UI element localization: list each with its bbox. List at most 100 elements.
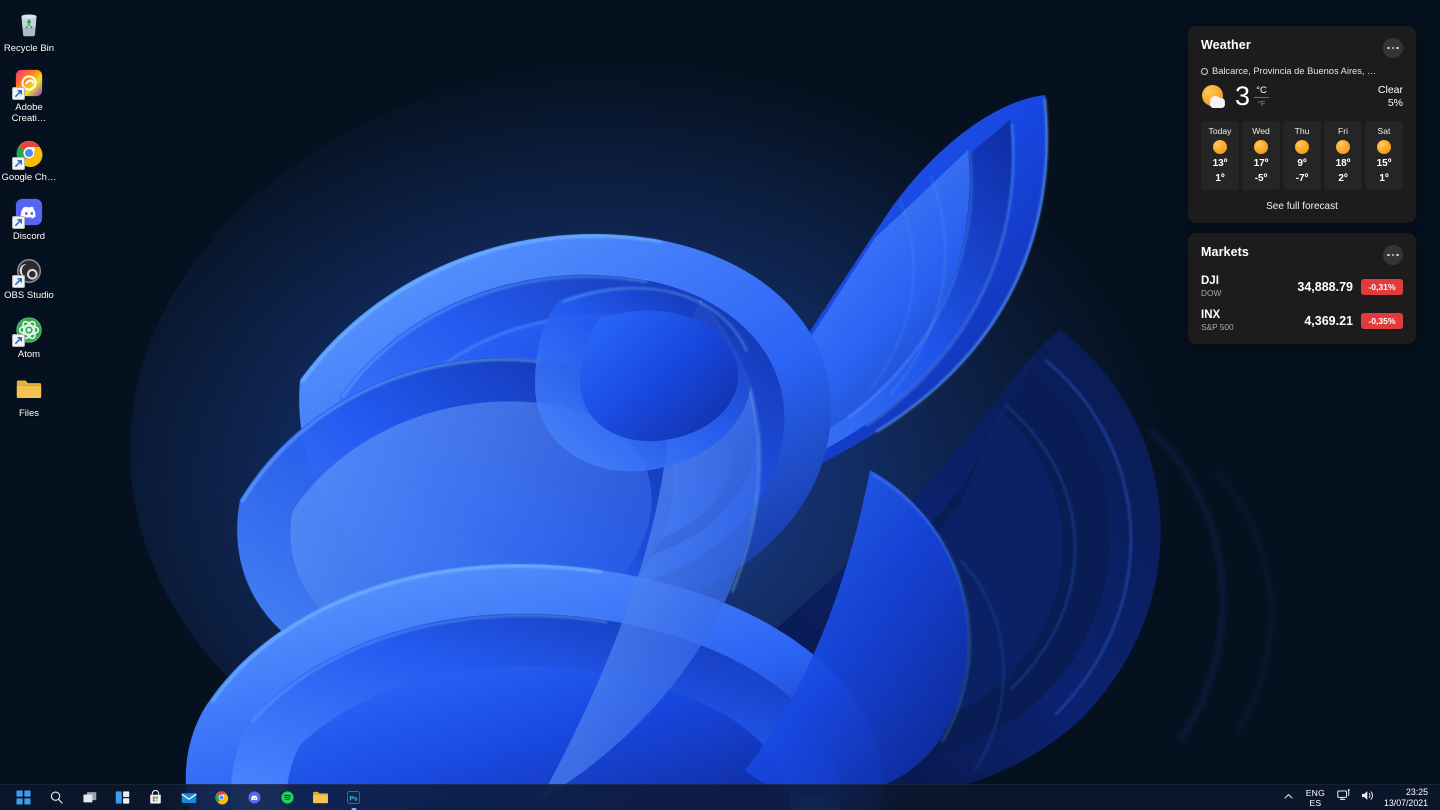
- forecast-day[interactable]: Wed 17º -5º: [1242, 121, 1280, 190]
- weather-location-row: Balcarce, Provincia de Buenos Aires, …: [1201, 66, 1403, 76]
- taskbar-spotify-button[interactable]: [271, 785, 304, 810]
- folder-icon: [13, 373, 45, 405]
- weather-widget[interactable]: Weather Balcarce, Provincia de Buenos Ai…: [1188, 26, 1416, 223]
- desktop-icon-grid: Recycle Bin Adobe Creati… Google Ch… Dis…: [0, 4, 60, 428]
- weather-condition: Clear: [1377, 83, 1403, 96]
- recycle-bin-icon: [13, 8, 45, 40]
- atom-icon: [12, 314, 45, 347]
- markets-widget[interactable]: Markets DJI DOW 34,888.79 -0,31% INX S&P…: [1188, 233, 1416, 344]
- market-name: S&P 500: [1201, 322, 1234, 332]
- desktop-icon-label: Atom: [17, 349, 41, 360]
- shortcut-overlay-icon: [12, 157, 25, 170]
- taskbar-photoshop-button[interactable]: Ps: [337, 785, 370, 810]
- forecast-high: 15º: [1376, 158, 1392, 169]
- sun-icon: [1213, 140, 1227, 154]
- desktop-icon-adobe-creative-cloud[interactable]: Adobe Creati…: [0, 63, 58, 124]
- forecast-low: -5º: [1254, 173, 1268, 184]
- market-row[interactable]: INX S&P 500 4,369.21 -0,35%: [1201, 309, 1403, 333]
- taskbar-microsoft-store-button[interactable]: [139, 785, 172, 810]
- mail-icon: [180, 791, 197, 805]
- weather-unit-toggle[interactable]: °C °F: [1254, 85, 1270, 108]
- sun-icon: [1295, 140, 1309, 154]
- taskbar-search-button[interactable]: [40, 785, 73, 810]
- location-pin-icon: [1201, 67, 1208, 75]
- forecast-low: -7º: [1295, 173, 1309, 184]
- sun-icon: [1254, 140, 1268, 154]
- language-secondary: ES: [1309, 797, 1322, 808]
- spotify-icon: [280, 790, 295, 805]
- taskbar-task-view-button[interactable]: [73, 785, 106, 810]
- market-value: 34,888.79: [1297, 280, 1353, 294]
- weather-current-row: 3 °C °F Clear 5%: [1201, 83, 1403, 110]
- taskbar-discord-button[interactable]: [238, 785, 271, 810]
- markets-widget-title: Markets: [1201, 245, 1249, 259]
- discord-icon: [12, 196, 45, 229]
- market-change-badge: -0,31%: [1361, 279, 1403, 295]
- obs-studio-icon: [12, 255, 45, 288]
- language-primary: ENG: [1305, 787, 1325, 798]
- show-hidden-icons-chevron: [1283, 789, 1294, 807]
- clock-and-date[interactable]: 23:25 13/07/2021: [1380, 785, 1434, 810]
- google-chrome-icon: [214, 790, 229, 805]
- sun-behind-cloud-icon: [1201, 84, 1231, 110]
- desktop-icon-label: Adobe Creati…: [11, 102, 47, 124]
- desktop-icon-google-chrome[interactable]: Google Ch…: [0, 133, 58, 183]
- folder-icon: [312, 790, 329, 805]
- show-hidden-icons-button[interactable]: [1278, 785, 1299, 810]
- desktop-icon-atom[interactable]: Atom: [0, 310, 58, 360]
- market-change-badge: -0,35%: [1361, 313, 1403, 329]
- forecast-day-name: Today: [1208, 126, 1232, 136]
- market-symbol: INX: [1201, 309, 1221, 321]
- forecast-day-name: Wed: [1252, 126, 1270, 136]
- shortcut-overlay-icon: [12, 216, 25, 229]
- market-symbol: DJI: [1201, 275, 1219, 287]
- market-row[interactable]: DJI DOW 34,888.79 -0,31%: [1201, 275, 1403, 299]
- forecast-day[interactable]: Fri 18º 2º: [1324, 121, 1362, 190]
- forecast-high: 13º: [1212, 158, 1228, 169]
- adobe-creative-cloud-icon: [12, 67, 45, 100]
- forecast-low: 1º: [1215, 173, 1225, 184]
- forecast-day[interactable]: Thu 9º -7º: [1283, 121, 1321, 190]
- taskbar-start-button[interactable]: [7, 785, 40, 810]
- desktop-icon-recycle-bin[interactable]: Recycle Bin: [0, 4, 58, 54]
- shortcut-overlay-icon: [12, 87, 25, 100]
- clock-time: 23:25: [1405, 787, 1428, 797]
- sun-icon: [1377, 140, 1391, 154]
- taskbar-file-explorer-button[interactable]: [304, 785, 337, 810]
- search-icon: [49, 790, 64, 805]
- widgets-panel: Weather Balcarce, Provincia de Buenos Ai…: [1188, 26, 1416, 344]
- shortcut-overlay-icon: [12, 334, 25, 347]
- forecast-day-name: Fri: [1337, 126, 1349, 136]
- forecast-day[interactable]: Today 13º 1º: [1201, 121, 1239, 190]
- forecast-day[interactable]: Sat 15º 1º: [1365, 121, 1403, 190]
- network-button[interactable]: [1332, 785, 1356, 810]
- forecast-day-name: Sat: [1377, 126, 1391, 136]
- more-options-icon[interactable]: [1383, 38, 1403, 58]
- photoshop-icon: Ps: [346, 790, 361, 805]
- desktop-icon-files[interactable]: Files: [0, 369, 58, 419]
- widgets-icon: [115, 790, 130, 805]
- forecast-high: 9º: [1297, 158, 1307, 169]
- taskbar-google-chrome-button[interactable]: [205, 785, 238, 810]
- language-indicator[interactable]: ENG ES: [1299, 785, 1332, 810]
- taskbar-items: Ps: [0, 785, 370, 810]
- weather-unit-fahrenheit[interactable]: °F: [1258, 99, 1266, 108]
- see-full-forecast-link[interactable]: See full forecast: [1201, 201, 1403, 212]
- forecast-high: 17º: [1253, 158, 1269, 169]
- forecast-day-name: Thu: [1294, 126, 1310, 136]
- taskbar-mail-button[interactable]: [172, 785, 205, 810]
- desktop-icon-discord[interactable]: Discord: [0, 192, 58, 242]
- weather-unit-celsius[interactable]: °C: [1256, 85, 1267, 96]
- volume-button[interactable]: [1356, 785, 1380, 810]
- system-tray: ENG ES 23:25 13/07/2021: [1278, 785, 1440, 810]
- sun-icon: [1336, 140, 1350, 154]
- forecast-low: 1º: [1379, 173, 1389, 184]
- clock-date: 13/07/2021: [1383, 797, 1428, 808]
- market-name: DOW: [1201, 288, 1222, 298]
- weather-precipitation: 5%: [1387, 96, 1403, 109]
- more-options-icon[interactable]: [1383, 245, 1403, 265]
- desktop-icon-label: OBS Studio: [4, 290, 54, 301]
- taskbar-widgets-button[interactable]: [106, 785, 139, 810]
- desktop-icon-obs-studio[interactable]: OBS Studio: [0, 251, 58, 301]
- svg-text:Ps: Ps: [349, 795, 357, 802]
